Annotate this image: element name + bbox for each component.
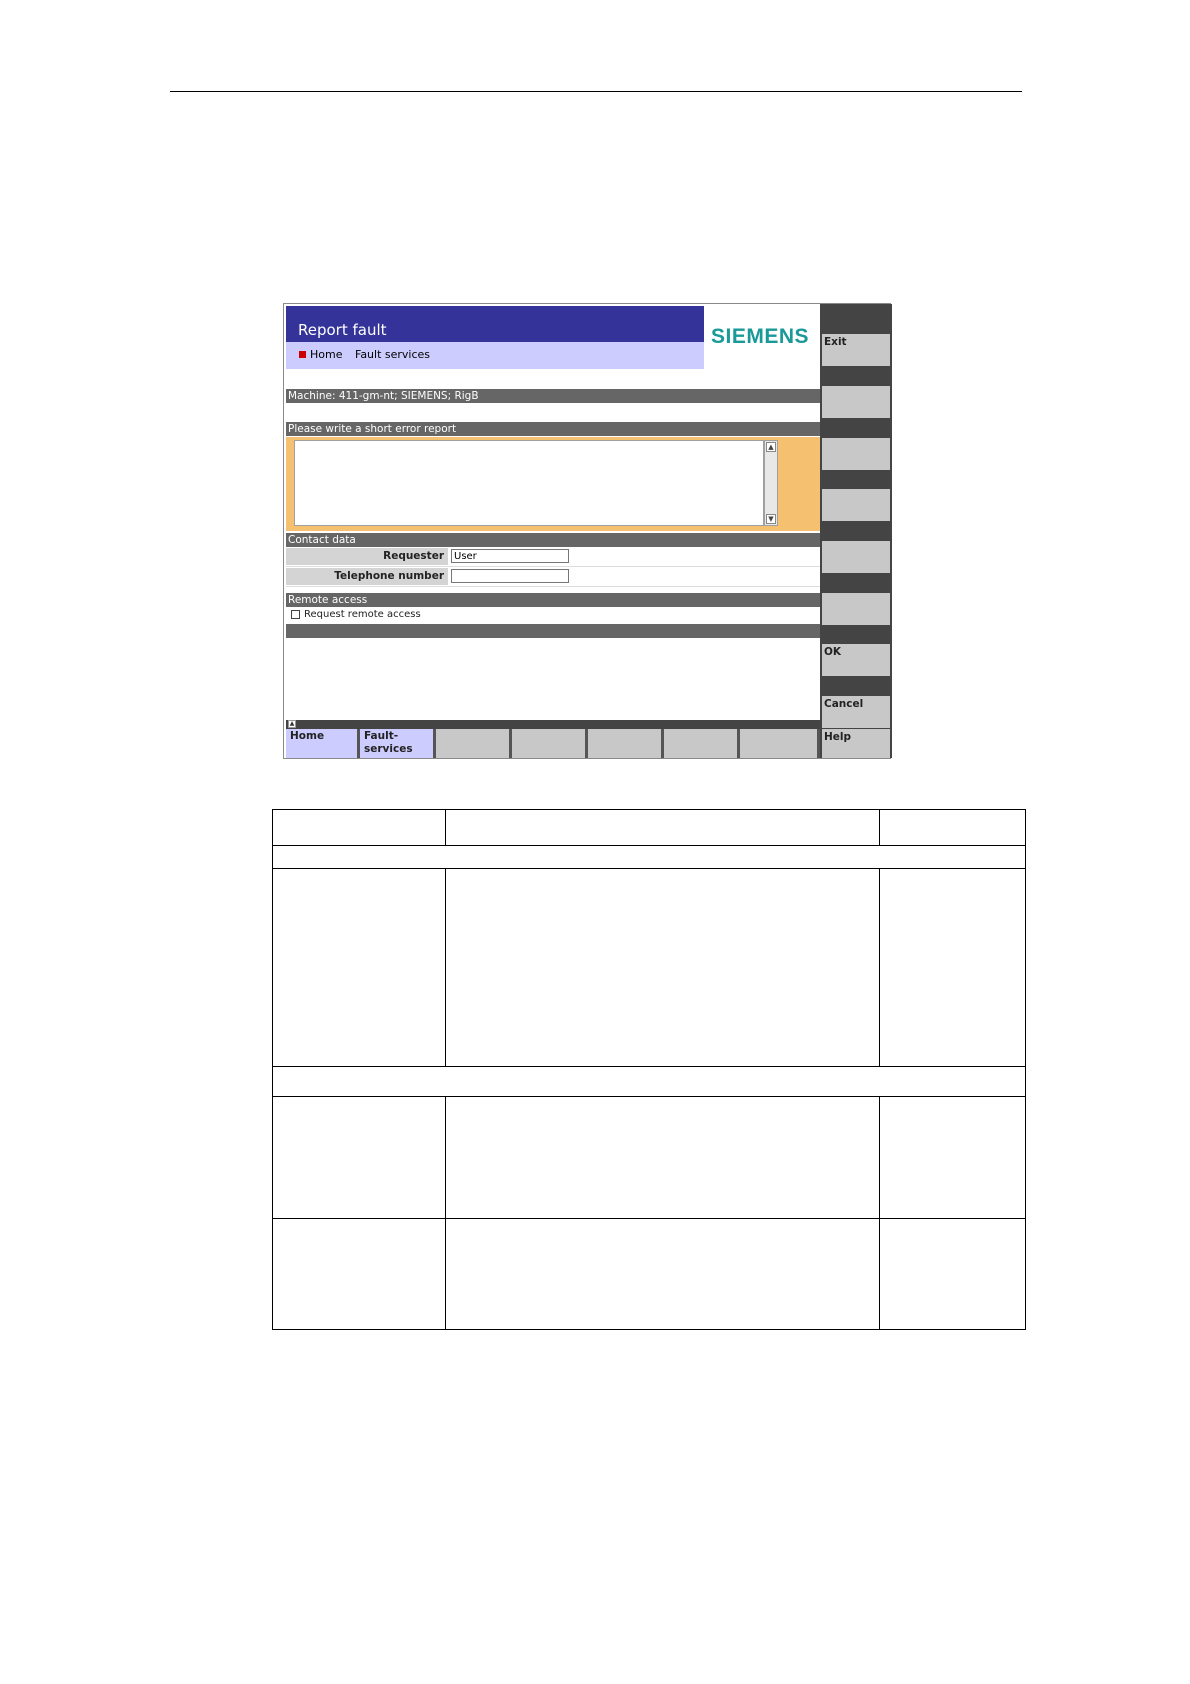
breadcrumb: Home Fault services xyxy=(286,342,704,369)
scroll-down-icon[interactable]: ▼ xyxy=(766,514,776,524)
lower-blank-area xyxy=(286,638,820,720)
report-heading: Please write a short error report xyxy=(286,422,820,436)
breadcrumb-home-link[interactable]: Home xyxy=(310,348,342,361)
table-cell xyxy=(272,868,446,1067)
requester-label: Requester xyxy=(286,548,448,565)
remote-access-row: Request remote access xyxy=(286,607,820,624)
report-scrollbar[interactable]: ▲ ▼ xyxy=(764,440,778,526)
telephone-input[interactable] xyxy=(451,569,569,583)
scroll-up-icon[interactable]: ▲ xyxy=(766,442,776,452)
table-cell xyxy=(272,1218,446,1330)
table-cell xyxy=(272,845,1026,869)
table-section-row xyxy=(272,1066,1026,1097)
remote-access-heading: Remote access xyxy=(286,593,820,607)
softkey-blank-5[interactable] xyxy=(588,729,664,758)
siemens-logo: SIEMENS xyxy=(711,325,810,348)
softkey-cancel[interactable]: Cancel xyxy=(822,696,890,728)
report-fault-window: Report fault Home Fault services SIEMENS… xyxy=(283,303,892,759)
table-cell xyxy=(272,809,446,846)
logo-area: SIEMENS xyxy=(704,306,820,369)
vertical-softkey-6[interactable] xyxy=(822,593,890,625)
table-cell xyxy=(879,1218,1026,1330)
softkey-blank-7[interactable] xyxy=(740,729,820,758)
contact-data-heading: Contact data xyxy=(286,533,820,547)
table-row xyxy=(272,1218,1026,1330)
requester-row: Requester User xyxy=(286,547,820,567)
requester-input[interactable]: User xyxy=(451,549,569,563)
softkey-blank-6[interactable] xyxy=(664,729,740,758)
main-area: Report fault Home Fault services SIEMENS… xyxy=(284,304,820,757)
table-cell xyxy=(879,809,1026,846)
table-cell xyxy=(444,1218,881,1330)
softkey-blank-4[interactable] xyxy=(512,729,588,758)
window-title: Report fault xyxy=(298,321,387,339)
softkey-fault-services[interactable]: Fault- services xyxy=(360,729,436,758)
empty-section-bar xyxy=(286,624,820,638)
document-table xyxy=(272,809,1026,1330)
table-section-row xyxy=(272,845,1026,869)
table-row xyxy=(272,1096,1026,1219)
telephone-row: Telephone number xyxy=(286,567,820,587)
vertical-softkey-5[interactable] xyxy=(822,541,890,573)
softkey-exit[interactable]: Exit xyxy=(822,334,890,366)
softkey-home[interactable]: Home xyxy=(286,729,360,758)
table-header-row xyxy=(272,809,1026,846)
softkey-ok[interactable]: OK xyxy=(822,644,890,676)
error-report-textarea[interactable] xyxy=(294,440,764,526)
request-remote-access-checkbox[interactable] xyxy=(291,610,300,619)
vertical-softkey-column: Exit OK Cancel Help xyxy=(820,304,892,758)
softkey-blank-3[interactable] xyxy=(436,729,512,758)
softkey-strip: ▲ xyxy=(286,720,820,729)
softkey-help[interactable]: Help xyxy=(822,729,890,758)
vertical-softkey-4[interactable] xyxy=(822,489,890,521)
table-cell xyxy=(444,868,881,1067)
vertical-softkey-2[interactable] xyxy=(822,386,890,418)
table-row xyxy=(272,868,1026,1067)
machine-info-bar: Machine: 411-gm-nt; SIEMENS; RigB xyxy=(286,389,820,403)
table-cell xyxy=(272,1096,446,1219)
chevron-up-icon[interactable]: ▲ xyxy=(288,720,296,728)
request-remote-access-label[interactable]: Request remote access xyxy=(304,609,421,620)
breadcrumb-bullet-icon xyxy=(299,351,306,358)
table-cell xyxy=(879,1096,1026,1219)
table-cell xyxy=(272,1066,1026,1097)
page-header-rule xyxy=(170,91,1022,92)
table-cell xyxy=(444,1096,881,1219)
machine-info-blank xyxy=(286,403,820,418)
table-cell xyxy=(444,809,881,846)
telephone-label: Telephone number xyxy=(286,568,448,585)
title-bar: Report fault xyxy=(286,306,704,342)
vertical-softkey-3[interactable] xyxy=(822,438,890,470)
breadcrumb-fault-services-link[interactable]: Fault services xyxy=(355,348,430,361)
table-cell xyxy=(879,868,1026,1067)
